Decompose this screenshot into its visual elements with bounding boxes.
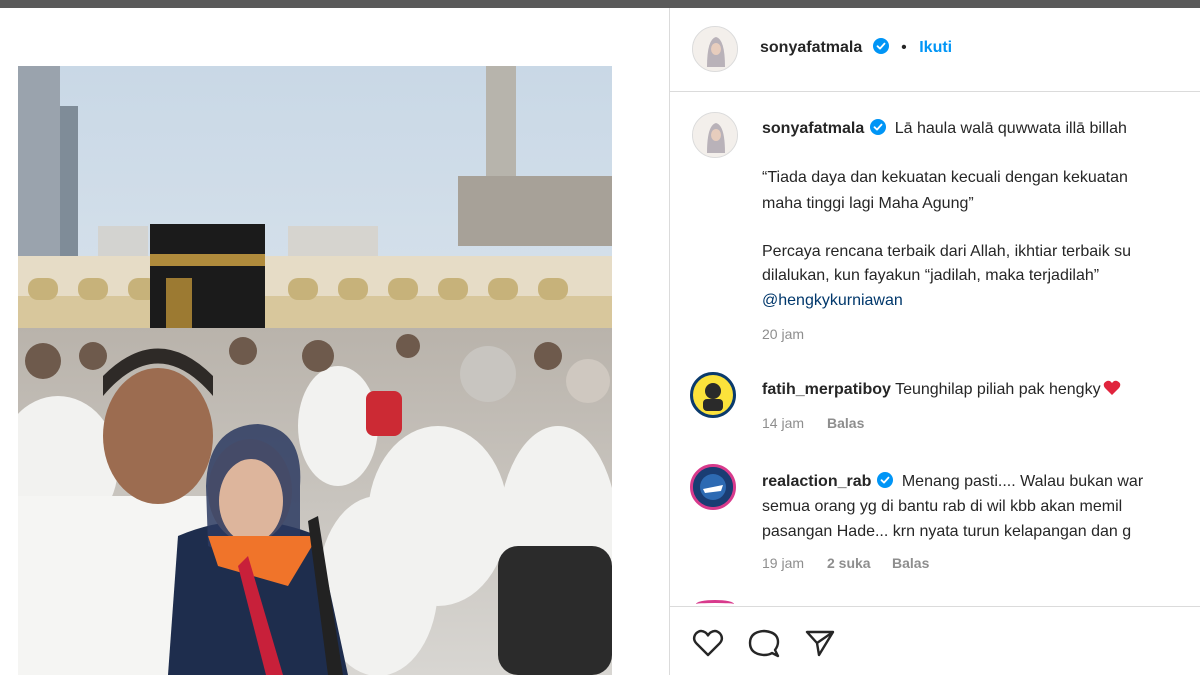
separator-dot: •: [901, 39, 907, 56]
mention-link[interactable]: @hengkykurniawan: [762, 292, 903, 310]
comment-timestamp: 14 jam: [762, 415, 805, 431]
commenter-avatar[interactable]: [690, 372, 736, 418]
speech-bubble-icon[interactable]: [748, 628, 780, 658]
comment-timestamp: 19 jam: [762, 555, 805, 571]
caption-text: maha tinggi lagi Maha Agung”: [762, 195, 974, 212]
verified-badge-icon: [870, 119, 887, 135]
comment-text: pasangan Hade... krn nyata turun kelapan…: [762, 523, 1132, 540]
caption-avatar[interactable]: [692, 112, 738, 158]
commenter-avatar[interactable]: [690, 464, 736, 510]
verified-badge-icon: [877, 472, 894, 488]
author-username[interactable]: sonyafatmala: [760, 39, 862, 56]
comment-like-count[interactable]: 2 suka: [827, 555, 871, 571]
post-header: sonyafatmala • Ikuti: [670, 8, 1200, 92]
comment-line: fatih_merpatiboy Teunghilap piliah pak h…: [762, 380, 1121, 399]
comment-text: Teunghilap piliah pak hengky: [895, 381, 1101, 398]
comment-text: semua orang yg di bantu rab di wil kbb a…: [762, 498, 1123, 515]
author-avatar[interactable]: [692, 26, 738, 72]
verified-badge-icon: [872, 38, 889, 54]
comment-username[interactable]: realaction_rab: [762, 473, 871, 490]
caption-timestamp: 20 jam: [762, 326, 805, 342]
caption-text: dilalukan, kun fayakun “jadilah, maka te…: [762, 267, 1100, 284]
comment-text: Menang pasti.... Walau bukan war: [901, 473, 1144, 490]
comment-username[interactable]: fatih_merpatiboy: [762, 381, 891, 398]
heart-outline-icon[interactable]: [692, 628, 724, 658]
caption-text: “Tiada daya dan kekuatan kecuali dengan …: [762, 169, 1128, 186]
kaaba-selfie-image: [18, 66, 612, 675]
caption-text: Lā haula walā quwwata illā billah: [894, 120, 1127, 137]
paper-plane-icon[interactable]: [804, 628, 836, 658]
reply-button[interactable]: Balas: [892, 555, 929, 571]
window-top-bar: [0, 0, 1200, 8]
avatar-image: [693, 27, 737, 71]
actions-divider: [670, 606, 1200, 607]
red-heart-icon: [1103, 380, 1120, 395]
avatar-image: [693, 467, 733, 507]
comment-first-line: realaction_rab Menang pasti.... Walau bu…: [762, 472, 1143, 491]
post-side-panel: sonyafatmala • Ikuti sonyafatmala Lā hau…: [670, 8, 1200, 675]
follow-button[interactable]: Ikuti: [919, 39, 952, 56]
caption-username[interactable]: sonyafatmala: [762, 120, 864, 137]
post-media-pane: [0, 8, 670, 675]
avatar-image: [693, 375, 733, 415]
avatar-image: [693, 113, 737, 157]
header-row: sonyafatmala • Ikuti: [760, 38, 952, 57]
caption-text: Percaya rencana terbaik dari Allah, ikht…: [762, 243, 1132, 260]
caption-first-line: sonyafatmala Lā haula walā quwwata illā …: [762, 119, 1127, 138]
reply-button[interactable]: Balas: [827, 415, 864, 431]
post-photo[interactable]: [18, 66, 612, 675]
